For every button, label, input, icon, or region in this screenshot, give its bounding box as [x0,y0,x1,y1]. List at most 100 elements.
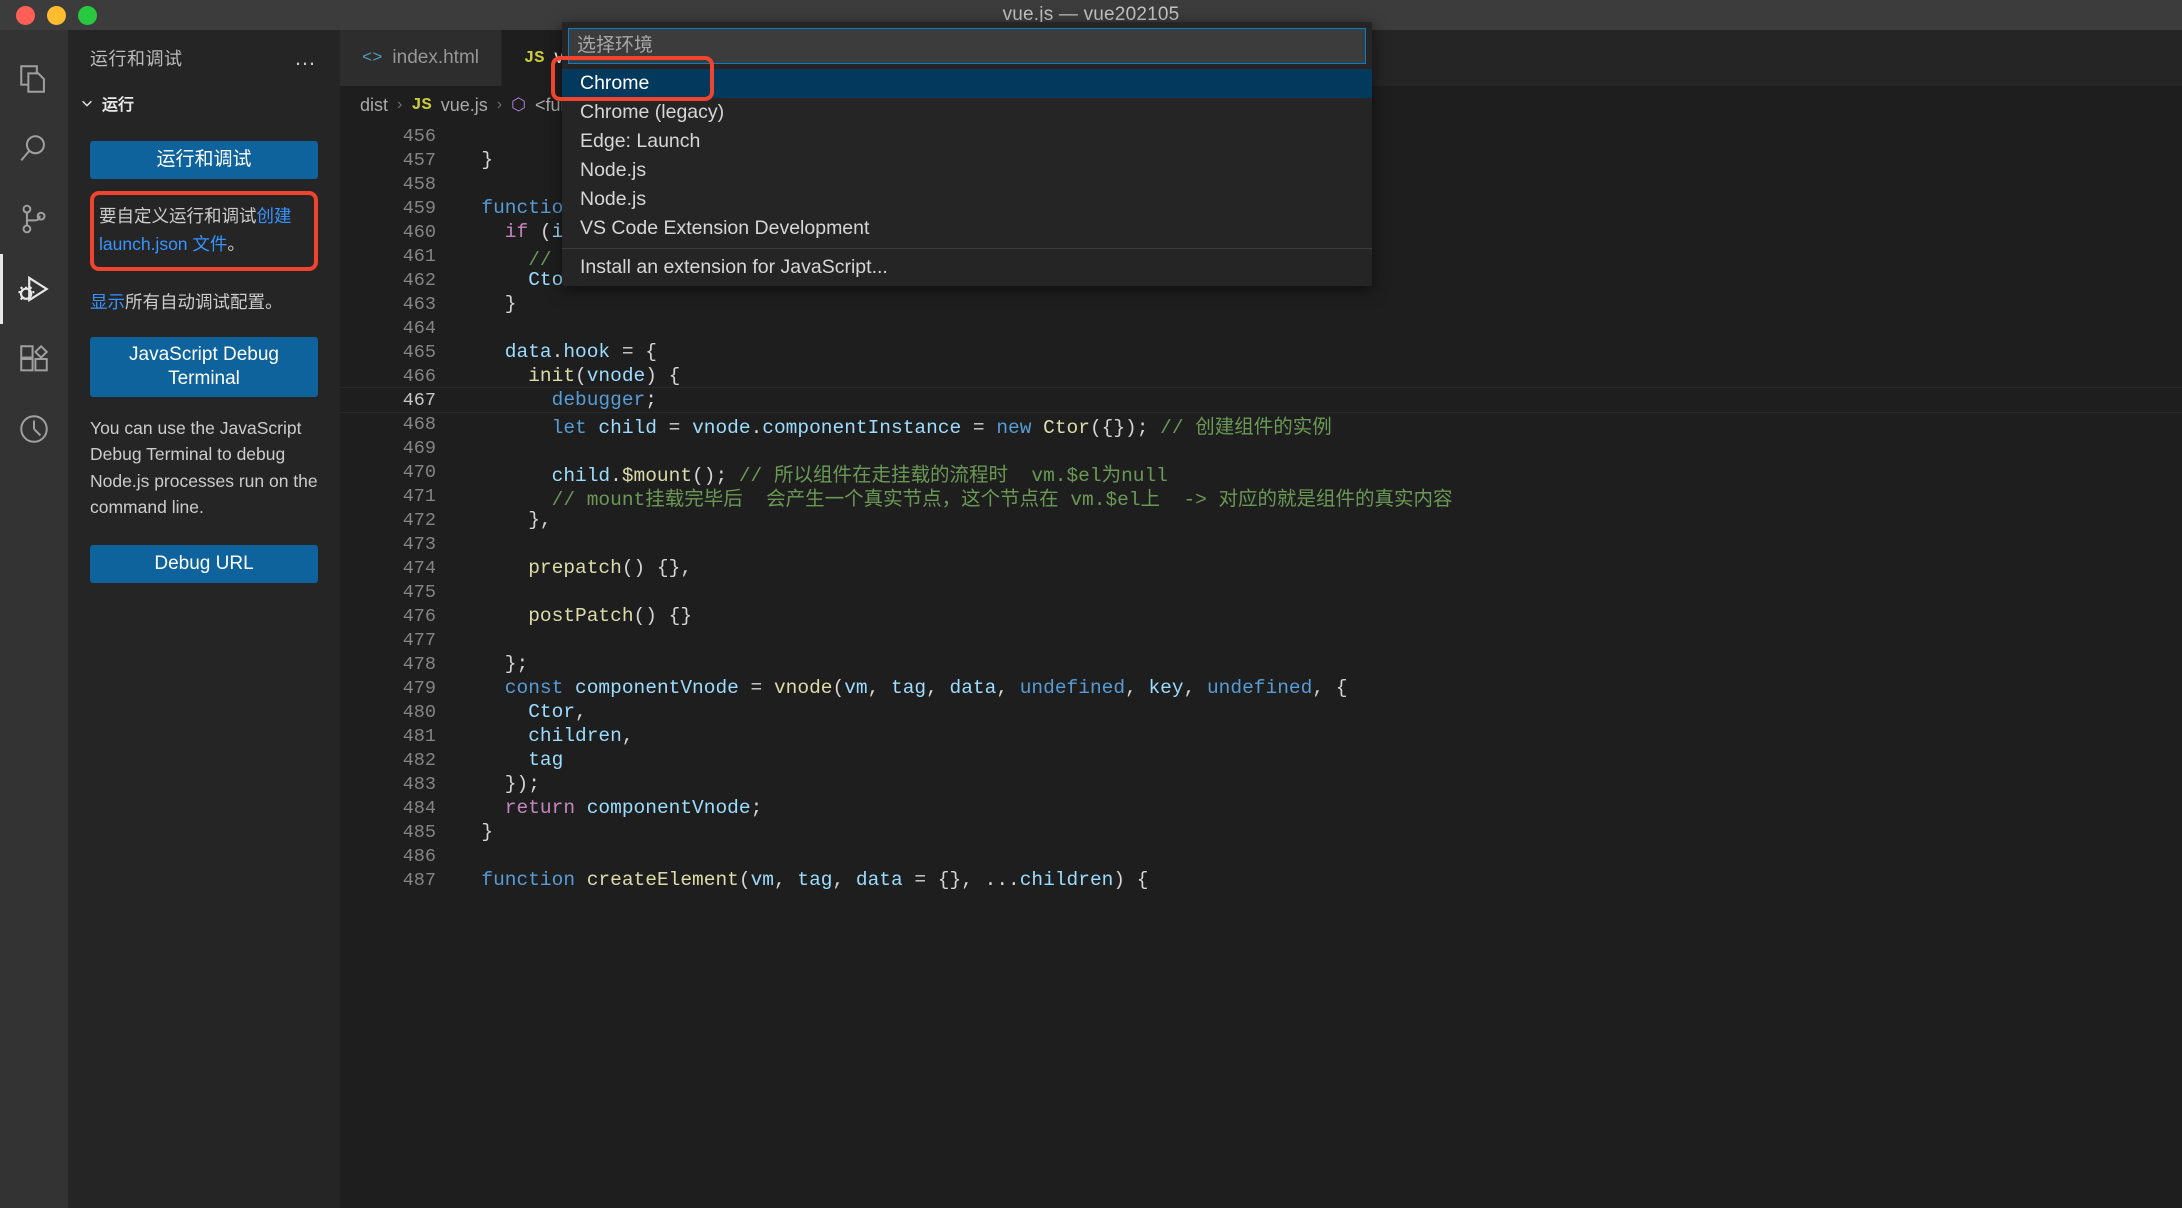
line-number: 458 [340,174,458,195]
line-number: 484 [340,798,458,819]
js-file-icon: JS [411,96,431,115]
quickpick-item[interactable]: Chrome (legacy) [562,98,1372,127]
activitybar-item-run-and-debug[interactable] [0,254,68,324]
quickpick-item[interactable]: Edge: Launch [562,127,1372,156]
code-line[interactable]: 468 let child = vnode.componentInstance … [340,412,2182,436]
activitybar-item-explorer[interactable] [0,44,68,114]
quickpick-item[interactable]: Node.js [562,156,1372,185]
code-line[interactable]: 484 return componentVnode; [340,796,2182,820]
code-line[interactable]: 463 } [340,292,2182,316]
more-actions-icon[interactable]: … [294,53,318,63]
code-line-content[interactable]: // mount挂载完毕后 会产生一个真实节点，这个节点在 vm.$el上 ->… [458,482,1453,511]
code-line-content[interactable]: const componentVnode = vnode(vm, tag, da… [458,677,1347,699]
show-all-configs-link[interactable]: 显示 [90,292,125,312]
code-line[interactable]: 479 const componentVnode = vnode(vm, tag… [340,676,2182,700]
code-line[interactable]: 487 function createElement(vm, tag, data… [340,868,2182,892]
code-line-content[interactable]: children, [458,725,634,747]
code-line-content[interactable]: } [458,821,493,843]
code-line[interactable]: 476 postPatch() {} [340,604,2182,628]
code-line-content[interactable]: } [458,293,517,315]
code-line-content[interactable]: data.hook = { [458,341,657,363]
code-line[interactable]: 486 [340,844,2182,868]
code-line-content[interactable]: }; [458,653,528,675]
code-token: } [458,293,517,315]
code-token: , [575,701,587,723]
line-number: 468 [340,414,458,435]
javascript-debug-terminal-note: You can use the JavaScript Debug Termina… [90,415,318,521]
debug-url-button[interactable]: Debug URL [90,545,318,583]
line-number: 466 [340,366,458,387]
code-line[interactable]: 473 [340,532,2182,556]
breadcrumb-item-dist[interactable]: dist [360,95,388,116]
code-line[interactable]: 480 Ctor, [340,700,2182,724]
code-token: = {}, ... [903,869,1020,891]
code-line-content[interactable]: Ctor, [458,701,587,723]
tab-label: index.html [392,47,479,69]
show-all-configs-line: 显示所有自动调试配置。 [90,289,318,316]
code-line[interactable]: 469 [340,436,2182,460]
code-line-content[interactable]: }, [458,509,552,531]
code-line-content[interactable]: prepatch() {}, [458,557,692,579]
quickpick-item[interactable]: VS Code Extension Development [562,214,1372,243]
code-line[interactable]: 482 tag [340,748,2182,772]
code-line-content[interactable]: function createElement(vm, tag, data = {… [458,869,1148,891]
activitybar-item-testing[interactable] [0,394,68,464]
code-line-content[interactable]: tag [458,749,563,771]
code-line[interactable]: 481 children, [340,724,2182,748]
code-line-content[interactable]: return componentVnode; [458,797,762,819]
code-token: = [739,677,774,699]
code-line[interactable]: 464 [340,316,2182,340]
code-line[interactable]: 467 debugger; [340,388,2182,412]
launch-json-hint-suffix: 。 [227,234,245,254]
quickpick-item[interactable]: Install an extension for JavaScript... [562,253,1372,282]
code-token: Ctor [1031,417,1090,439]
quickpick-item[interactable]: Node.js [562,185,1372,214]
javascript-debug-terminal-button[interactable]: JavaScript Debug Terminal [90,337,318,397]
code-token: data [950,677,997,699]
code-line[interactable]: 470 child.$mount(); // 所以组件在走挂载的流程时 vm.$… [340,460,2182,484]
code-token: . [552,341,564,363]
run-section-header[interactable]: 运行 [68,86,340,120]
code-token: child [587,417,657,439]
line-number: 478 [340,654,458,675]
quickpick-search-input[interactable] [568,28,1366,64]
code-line[interactable]: 465 data.hook = { [340,340,2182,364]
activitybar-item-search[interactable] [0,114,68,184]
quickpick-input-wrap [562,22,1372,69]
code-line[interactable]: 485 } [340,820,2182,844]
code-line-content[interactable]: } [458,149,493,171]
code-line-content[interactable]: }); [458,773,540,795]
code-token: , [1125,677,1148,699]
code-token: Ctor [458,701,575,723]
code-token: }); [458,773,540,795]
line-number: 465 [340,342,458,363]
testing-icon [17,412,51,446]
code-editor[interactable]: 456457 }458459 function c460 if (isOb461… [340,124,2182,1208]
code-line[interactable]: 472 }, [340,508,2182,532]
activitybar-item-source-control[interactable] [0,184,68,254]
files-icon [17,62,51,96]
code-line[interactable]: 475 [340,580,2182,604]
chevron-right-icon: › [397,96,402,114]
code-token: prepatch [458,557,622,579]
run-and-debug-button[interactable]: 运行和调试 [90,141,318,179]
code-token: componentVnode [563,677,739,699]
code-line[interactable]: 483 }); [340,772,2182,796]
code-line[interactable]: 466 init(vnode) { [340,364,2182,388]
code-line[interactable]: 471 // mount挂载完毕后 会产生一个真实节点，这个节点在 vm.$el… [340,484,2182,508]
activitybar-item-extensions[interactable] [0,324,68,394]
code-line[interactable]: 474 prepatch() {}, [340,556,2182,580]
code-token: let [458,417,587,439]
code-token: vnode [587,365,646,387]
code-line-content[interactable]: init(vnode) { [458,365,680,387]
code-line[interactable]: 477 [340,628,2182,652]
breadcrumb-item-vue-js[interactable]: vue.js [441,95,488,116]
quickpick-item[interactable]: Chrome [562,69,1372,98]
code-line-content[interactable]: let child = vnode.componentInstance = ne… [458,410,1332,439]
code-token: debugger [458,389,645,411]
code-token: tag [797,869,832,891]
tab-index-html[interactable]: <> index.html [340,30,502,86]
code-line-content[interactable]: debugger; [458,389,657,411]
code-line-content[interactable]: postPatch() {} [458,605,692,627]
code-line[interactable]: 478 }; [340,652,2182,676]
